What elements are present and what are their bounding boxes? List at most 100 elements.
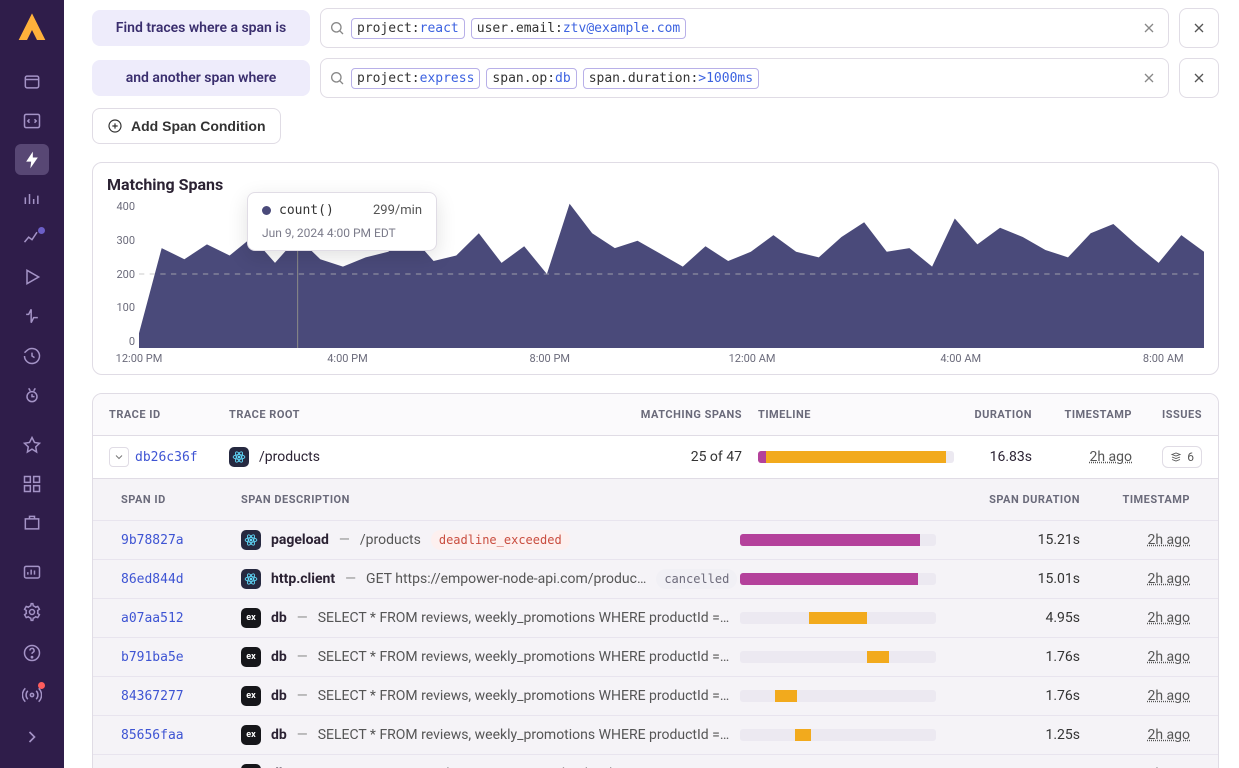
- col-span-timestamp: TIMESTAMP: [1080, 493, 1190, 506]
- span-timeline-bar: [740, 612, 936, 624]
- span-description: SELECT * FROM reviews, weekly_promotions…: [318, 649, 730, 665]
- col-issues: ISSUES: [1132, 408, 1202, 421]
- nav-stats-icon[interactable]: [15, 558, 49, 589]
- span-row[interactable]: a07aa512exdb—SELECT * FROM reviews, week…: [93, 598, 1218, 637]
- span-duration: 15.01s: [950, 571, 1080, 587]
- nav-help-icon[interactable]: [15, 636, 49, 670]
- nav-crons-icon[interactable]: [15, 379, 49, 410]
- search-token[interactable]: project:react: [351, 18, 465, 39]
- nav-traces-icon[interactable]: [15, 144, 49, 175]
- add-span-condition-label: Add Span Condition: [131, 118, 266, 134]
- span-id-link[interactable]: b791ba5e: [121, 650, 241, 665]
- search-token[interactable]: span.duration:>1000ms: [583, 68, 759, 89]
- span-timestamp: 2h ago: [1080, 532, 1190, 548]
- trace-id-link[interactable]: db26c36f: [135, 450, 198, 465]
- tooltip-value: 299/min: [373, 203, 422, 218]
- nav-replays-icon[interactable]: [15, 262, 49, 293]
- span-op: db: [271, 649, 287, 665]
- matching-spans-panel: Matching Spans 4003002001000 12:00 PM4:0…: [92, 162, 1219, 375]
- span-op: db: [271, 688, 287, 704]
- nav-dashboards-icon[interactable]: [15, 468, 49, 499]
- nav-alerts-icon[interactable]: [15, 301, 49, 332]
- project-badge-express: ex: [241, 686, 261, 706]
- trace-issues-pill[interactable]: 6: [1162, 446, 1202, 468]
- span-description: GET https://empower-node-api.com/produc…: [366, 571, 646, 587]
- condition-search-input[interactable]: project:express span.op:db span.duration:>…: [320, 58, 1169, 98]
- span-timestamp: 2h ago: [1080, 649, 1190, 665]
- add-span-condition-button[interactable]: Add Span Condition: [92, 108, 281, 144]
- trace-duration: 16.83s: [952, 449, 1032, 465]
- nav-projects-icon[interactable]: [15, 66, 49, 97]
- search-token[interactable]: project:express: [351, 68, 480, 89]
- span-id-link[interactable]: 86ed844d: [121, 572, 241, 587]
- nav-settings-icon[interactable]: [15, 597, 49, 628]
- span-duration: 1.25s: [950, 727, 1080, 743]
- project-badge-express: ex: [241, 725, 261, 745]
- span-id-link[interactable]: 9b78827a: [121, 533, 241, 548]
- sentry-logo[interactable]: [12, 10, 52, 50]
- search-icon: [329, 20, 345, 36]
- remove-condition-button[interactable]: [1179, 58, 1219, 98]
- span-status-tag: deadline_exceeded: [431, 530, 570, 550]
- clear-search-button[interactable]: [1138, 67, 1160, 89]
- span-duration: 4.95s: [950, 610, 1080, 626]
- span-timestamp: 2h ago: [1080, 727, 1190, 743]
- nav-releases-icon[interactable]: [15, 508, 49, 539]
- nav-insights-icon[interactable]: [15, 223, 49, 254]
- span-condition-row: and another span whereproject:expressspa…: [92, 58, 1219, 98]
- nav-metrics-icon[interactable]: [15, 183, 49, 214]
- clear-search-button[interactable]: [1138, 17, 1160, 39]
- expand-trace-button[interactable]: [109, 447, 129, 467]
- span-row[interactable]: 86ed844dhttp.client—GET https://empower-…: [93, 559, 1218, 598]
- traces-table-header: TRACE ID TRACE ROOT MATCHING SPANS TIMEL…: [93, 394, 1218, 435]
- col-trace-root: TRACE ROOT: [229, 408, 602, 421]
- nav-history-icon[interactable]: [15, 340, 49, 371]
- span-timestamp: 2h ago: [1080, 688, 1190, 704]
- span-timeline-bar: [740, 651, 936, 663]
- span-timeline-bar: [740, 534, 936, 546]
- traces-table: TRACE ID TRACE ROOT MATCHING SPANS TIMEL…: [92, 393, 1219, 768]
- stack-icon: [1170, 451, 1182, 463]
- span-timeline-bar: [740, 690, 936, 702]
- span-op: db: [271, 610, 287, 626]
- span-row[interactable]: b791ba5eexdb—SELECT * FROM reviews, week…: [93, 637, 1218, 676]
- tooltip-timestamp: Jun 9, 2024 4:00 PM EDT: [262, 226, 422, 240]
- span-timeline-bar: [740, 729, 936, 741]
- span-timeline-bar: [740, 573, 936, 585]
- trace-root-text: /products: [259, 449, 320, 465]
- span-op: pageload: [271, 532, 329, 548]
- span-row[interactable]: 9b78827apageload—/productsdeadline_excee…: [93, 520, 1218, 559]
- remove-condition-button[interactable]: [1179, 8, 1219, 48]
- span-description: SELECT * FROM reviews, weekly_promotions…: [318, 688, 730, 704]
- span-id-link[interactable]: 84367277: [121, 689, 241, 704]
- condition-search-input[interactable]: project:react user.email:ztv@example.com: [320, 8, 1169, 48]
- span-row[interactable]: 85656faaexdb—SELECT * FROM reviews, week…: [93, 715, 1218, 754]
- span-status-tag: cancelled: [656, 569, 737, 589]
- project-badge-react: [229, 447, 249, 467]
- col-timestamp: TIMESTAMP: [1032, 408, 1132, 421]
- span-description: SELECT * FROM reviews, weekly_promotions…: [318, 727, 730, 743]
- trace-timeline-bar: [758, 451, 954, 463]
- nav-broadcast-icon[interactable]: [15, 678, 49, 712]
- span-id-link[interactable]: 85656faa: [121, 728, 241, 743]
- span-description: SELECT * FROM reviews, weekly_promotions…: [318, 610, 730, 626]
- condition-label: Find traces where a span is: [92, 10, 310, 46]
- main-content: Find traces where a span is project:react…: [64, 0, 1239, 768]
- search-token[interactable]: span.op:db: [486, 68, 576, 89]
- search-token[interactable]: user.email:ztv@example.com: [471, 18, 687, 39]
- chart-tooltip: count() 299/min Jun 9, 2024 4:00 PM EDT: [247, 192, 437, 251]
- trace-timestamp: 2h ago: [1032, 449, 1132, 465]
- span-row[interactable]: 84367277exdb—SELECT * FROM reviews, week…: [93, 676, 1218, 715]
- span-timestamp: 2h ago: [1080, 571, 1190, 587]
- span-id-link[interactable]: a07aa512: [121, 611, 241, 626]
- sidebar-expand-icon[interactable]: [15, 720, 49, 754]
- nav-code-icon[interactable]: [15, 105, 49, 136]
- col-span-id: SPAN ID: [121, 493, 241, 506]
- span-description: /products: [360, 532, 421, 548]
- span-timestamp: 2h ago: [1080, 610, 1190, 626]
- col-trace-id: TRACE ID: [109, 408, 229, 421]
- span-row[interactable]: ab2bf12eexdb—SELECT * FROM products CROS…: [93, 754, 1218, 768]
- nav-pinned-icon[interactable]: [15, 429, 49, 460]
- trace-row[interactable]: db26c36f /products 25 of 47 16.83s 2h ag…: [93, 435, 1218, 478]
- col-matching-spans: MATCHING SPANS: [602, 408, 742, 421]
